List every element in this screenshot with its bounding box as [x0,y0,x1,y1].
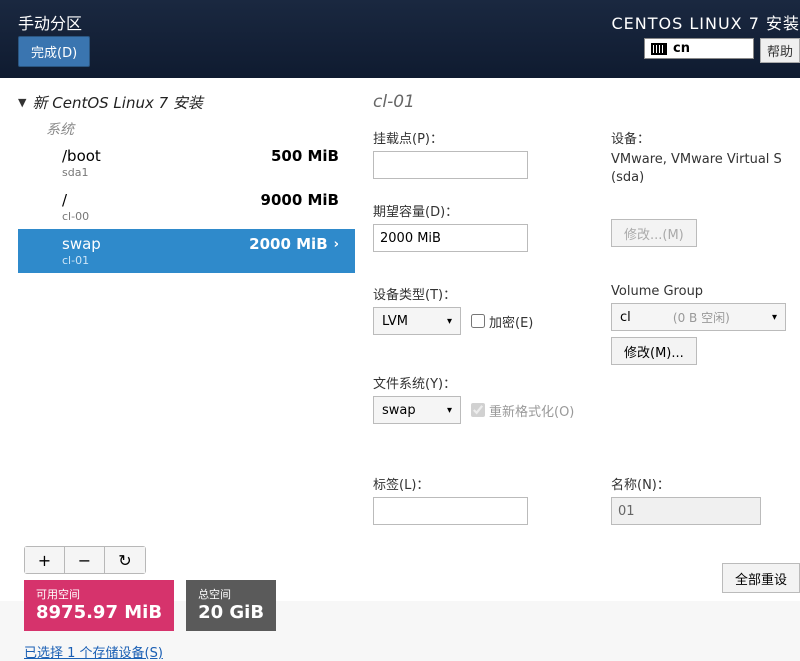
encrypt-checkbox[interactable] [471,314,485,328]
capacity-input[interactable] [373,224,528,252]
chevron-down-icon: ▾ [447,405,452,416]
mountpoint-label: 挂载点(P)： [373,128,593,147]
filesystem-label: 文件系统(Y)： [373,373,593,392]
available-space-box: 可用空间 8975.97 MiB [24,580,174,631]
partition-tree-panel: ▼ 新 CentOS Linux 7 安装 系统 /boot sda1 500 … [0,78,355,601]
total-space-label: 总空间 [198,586,264,602]
total-space-value: 20 GiB [198,602,264,623]
device-type-label: 设备类型(T)： [373,284,593,303]
partition-device: cl-01 [62,254,101,267]
chevron-right-icon: › [334,237,339,252]
volume-group-label: Volume Group [611,284,786,299]
partition-item-boot[interactable]: /boot sda1 500 MiB [18,141,355,185]
partition-item-swap[interactable]: swap cl-01 2000 MiB › [18,229,355,273]
done-button[interactable]: 完成(D) [18,36,90,67]
label-label: 标签(L)： [373,474,593,493]
partition-size: 500 MiB [271,147,339,165]
space-summary: 可用空间 8975.97 MiB 总空间 20 GiB [24,580,276,631]
partition-name: / [62,191,89,209]
caret-down-icon: ▼ [18,96,26,109]
label-input[interactable] [373,497,528,525]
remove-partition-button[interactable]: − [65,547,105,573]
capacity-label: 期望容量(D)： [373,201,593,220]
chevron-down-icon: ▾ [447,316,452,327]
device-text: VMware, VMware Virtual S (sda) [611,151,791,187]
tree-root[interactable]: ▼ 新 CentOS Linux 7 安装 [18,92,355,113]
installer-header: 手动分区 完成(D) CENTOS LINUX 7 安装 cn 帮助 [0,0,800,78]
device-label: 设备： [611,128,791,147]
total-space-box: 总空间 20 GiB [186,580,276,631]
product-name: CENTOS LINUX 7 安装 [612,10,800,34]
partition-toolbar: + − ↻ [24,546,146,574]
add-partition-button[interactable]: + [25,547,65,573]
volume-group-select[interactable]: cl (0 B 空闲) ▾ [611,303,786,331]
partition-name: /boot [62,147,101,165]
reload-button[interactable]: ↻ [105,547,145,573]
system-group-label: 系统 [46,119,355,139]
filesystem-select[interactable]: swap ▾ [373,396,461,424]
reformat-checkbox-label: 重新格式化(O) [471,401,574,420]
available-space-label: 可用空间 [36,586,162,602]
name-label: 名称(N)： [611,474,761,493]
encrypt-checkbox-label[interactable]: 加密(E) [471,312,533,331]
partition-size: 2000 MiB › [249,235,339,253]
keyboard-layout-text: cn [673,41,690,56]
reformat-checkbox [471,403,485,417]
main-content: ▼ 新 CentOS Linux 7 安装 系统 /boot sda1 500 … [0,78,800,601]
tree-root-label: 新 CentOS Linux 7 安装 [32,92,202,113]
partition-name: swap [62,235,101,253]
detail-title: cl-01 [373,92,800,112]
chevron-down-icon: ▾ [772,312,777,323]
partition-item-root[interactable]: / cl-00 9000 MiB [18,185,355,229]
page-title: 手动分区 [18,10,82,34]
help-button[interactable]: 帮助 [760,38,800,63]
storage-devices-link[interactable]: 已选择 1 个存储设备(S) [24,642,163,661]
keyboard-layout-indicator[interactable]: cn [644,38,754,59]
available-space-value: 8975.97 MiB [36,602,162,623]
reset-all-button[interactable]: 全部重设 [722,563,800,593]
partition-detail-panel: cl-01 挂载点(P)： 设备： VMware, VMware Virtual… [355,78,800,601]
modify-device-button: 修改...(M) [611,219,697,247]
partition-device: sda1 [62,166,101,179]
device-type-select[interactable]: LVM ▾ [373,307,461,335]
mountpoint-input[interactable] [373,151,528,179]
name-input[interactable] [611,497,761,525]
modify-vg-button[interactable]: 修改(M)... [611,337,697,365]
partition-size: 9000 MiB [261,191,339,209]
keyboard-icon [651,43,667,55]
partition-device: cl-00 [62,210,89,223]
